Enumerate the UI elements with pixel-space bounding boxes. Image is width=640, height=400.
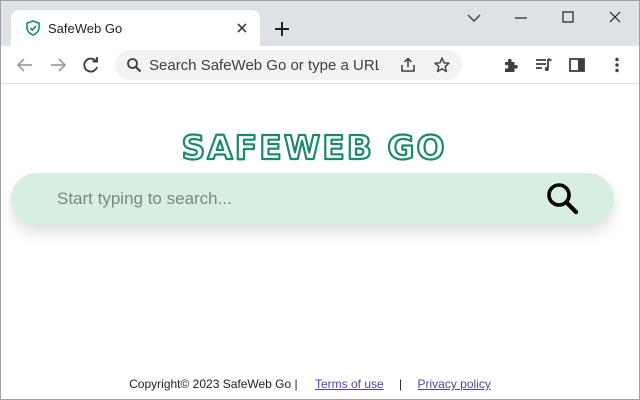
minimize-icon[interactable]: [509, 7, 533, 29]
close-icon[interactable]: [234, 20, 250, 36]
side-panel-icon[interactable]: [567, 55, 587, 75]
search-input[interactable]: [57, 173, 527, 225]
kebab-menu-icon[interactable]: [607, 55, 627, 75]
address-input[interactable]: [149, 50, 379, 80]
page-footer: Copyright© 2023 SafeWeb Go | Terms of us…: [1, 377, 639, 391]
shield-favicon-icon: [25, 20, 41, 36]
search-icon: [126, 57, 142, 73]
share-icon[interactable]: [399, 56, 417, 74]
search-icon: [547, 183, 579, 215]
page-content: SAFEWEB GO Copyright© 2023 SafeWeb Go | …: [1, 85, 639, 399]
back-arrow-icon[interactable]: [15, 55, 35, 75]
maximize-icon[interactable]: [556, 7, 580, 29]
copyright-text: Copyright© 2023 SafeWeb Go |: [129, 377, 298, 391]
browser-window: SafeWeb Go Search SafeWeb Go or type a U…: [0, 0, 640, 400]
puzzle-extensions-icon[interactable]: [501, 55, 521, 75]
search-button[interactable]: [545, 182, 581, 216]
address-bar[interactable]: [115, 50, 462, 80]
tab-strip: SafeWeb Go: [1, 1, 639, 46]
safeweb-go-logo: SAFEWEB GO: [169, 125, 459, 169]
new-tab-button[interactable]: [271, 18, 293, 40]
tab-safeweb-go[interactable]: SafeWeb Go: [11, 10, 260, 46]
tab-title: SafeWeb Go: [48, 21, 123, 36]
forward-arrow-icon[interactable]: [48, 55, 68, 75]
tab-search-chevron-down-icon[interactable]: [462, 7, 486, 29]
media-queue-icon[interactable]: [534, 55, 554, 75]
search-bar: [11, 173, 614, 225]
footer-separator: |: [399, 377, 403, 391]
plus-icon: [275, 22, 289, 36]
logo-text: SAFEWEB GO: [181, 128, 446, 167]
terms-of-use-link[interactable]: Terms of use: [315, 377, 384, 391]
close-window-icon[interactable]: [603, 7, 627, 29]
browser-toolbar: [1, 46, 639, 84]
privacy-policy-link[interactable]: Privacy policy: [418, 377, 491, 391]
star-icon[interactable]: [433, 56, 451, 74]
reload-icon[interactable]: [81, 55, 101, 75]
